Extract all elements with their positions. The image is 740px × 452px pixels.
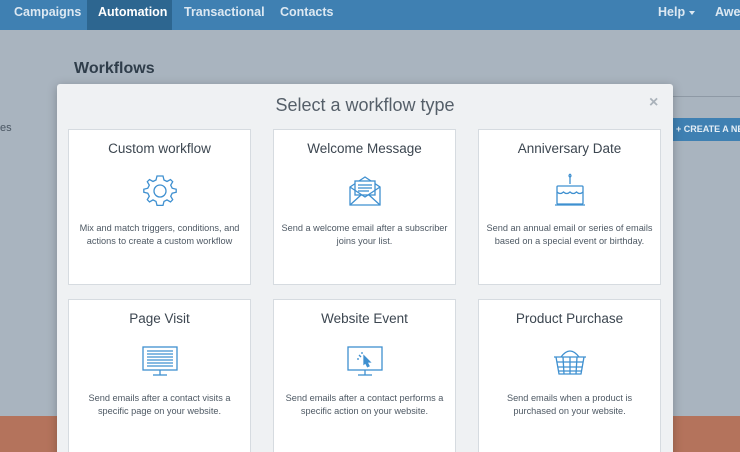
workflow-card-welcome-message[interactable]: Welcome Message Send a welcome email aft… — [273, 129, 456, 285]
nav-automation[interactable]: Automation — [87, 0, 172, 30]
gear-icon — [140, 172, 180, 210]
nav-contacts[interactable]: Contacts — [268, 0, 338, 30]
nav-transactional[interactable]: Transactional — [172, 0, 268, 30]
create-new-button[interactable]: + CREATE A NEW — [670, 118, 740, 141]
card-title: Welcome Message — [307, 141, 422, 156]
card-title: Custom workflow — [108, 141, 211, 156]
modal-title: Select a workflow type — [275, 95, 455, 115]
webpage-monitor-icon — [140, 342, 180, 380]
page-title: Workflows — [74, 60, 155, 77]
card-description: Send a welcome email after a subscriber … — [281, 223, 448, 246]
card-title: Website Event — [321, 311, 408, 326]
workflow-card-product-purchase[interactable]: Product Purchase Send emails when a prod… — [478, 299, 661, 452]
workflow-card-anniversary-date[interactable]: Anniversary Date Send an annual email or… — [478, 129, 661, 285]
close-icon[interactable]: × — [649, 94, 658, 112]
card-title: Product Purchase — [515, 311, 624, 326]
workflow-card-custom[interactable]: Custom workflow Mix and match triggers, … — [68, 129, 251, 285]
shopping-basket-icon — [550, 342, 590, 380]
nav-campaigns[interactable]: Campaigns — [0, 0, 87, 30]
chevron-down-icon — [689, 10, 696, 15]
cursor-monitor-icon — [345, 342, 385, 380]
card-title: Anniversary Date — [517, 141, 622, 156]
divider — [672, 96, 740, 97]
nav-help-label: Help — [658, 5, 686, 19]
envelope-icon — [345, 172, 385, 210]
workflow-type-modal: Select a workflow type × Custom workflow… — [57, 84, 673, 452]
card-description: Send emails after a contact visits a spe… — [88, 393, 231, 416]
card-description: Send emails after a contact performs a s… — [285, 393, 444, 416]
card-description: Mix and match triggers, conditions, and … — [79, 223, 240, 246]
workflow-card-website-event[interactable]: Website Event Send emails after a contac… — [273, 299, 456, 452]
card-title: Page Visit — [129, 311, 190, 326]
card-description: Send emails when a product is purchased … — [506, 393, 633, 416]
workflow-card-page-visit[interactable]: Page Visit Send emails after a contact v… — [68, 299, 251, 452]
nav-account[interactable]: Awe — [715, 0, 740, 30]
cake-icon — [550, 172, 590, 210]
sidebar-text: es — [0, 122, 12, 134]
card-description: Send an annual email or series of emails… — [486, 223, 653, 246]
top-nav: Campaigns Automation Transactional Conta… — [0, 0, 740, 30]
nav-help[interactable]: Help — [658, 0, 696, 30]
